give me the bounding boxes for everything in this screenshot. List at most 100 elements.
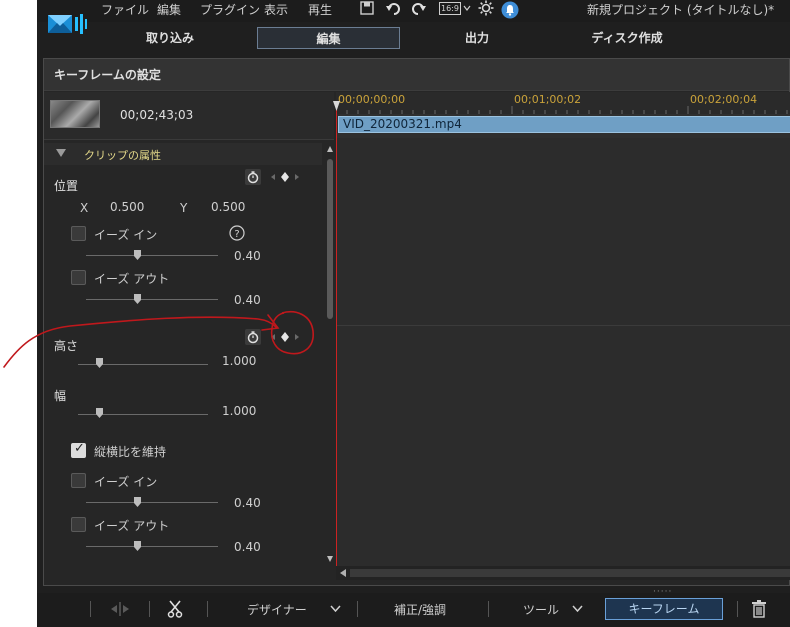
position-keyframe-controls bbox=[245, 169, 299, 185]
keyframe-settings-panel: キーフレームの設定 00;02;43;03 クリップの属性 位置 X 0.500… bbox=[43, 58, 790, 586]
undo-icon[interactable] bbox=[385, 0, 401, 16]
clip-info-row: 00;02;43;03 bbox=[44, 92, 334, 140]
menu-view[interactable]: 表示 bbox=[264, 1, 288, 18]
previous-keyframe-icon[interactable] bbox=[271, 334, 275, 340]
help-icon[interactable]: ? bbox=[229, 225, 245, 241]
aspect-ease-in-checkbox[interactable] bbox=[71, 473, 86, 488]
position-ease-in-label: イーズ イン bbox=[94, 228, 158, 242]
menu-bar: ファイル 編集 プラグイン 表示 再生 16:9 新規プロジェクト (タイトルな… bbox=[37, 0, 790, 22]
scrollbar-thumb[interactable] bbox=[327, 159, 333, 319]
collapse-triangle-icon[interactable] bbox=[56, 149, 66, 157]
tab-disc-authoring[interactable]: ディスク作成 bbox=[557, 27, 697, 49]
keyframe-reset-icon[interactable] bbox=[245, 329, 261, 345]
timeline-horizontal-scrollbar[interactable] bbox=[336, 566, 790, 580]
attribute-properties: 位置 X 0.500 Y 0.500 イーズ イン ? 0.40 イーズ アウト… bbox=[44, 165, 322, 561]
height-keyframe-controls bbox=[245, 329, 299, 345]
timeline-ruler[interactable]: 00;00;00;00 00;01;00;02 00;02;00;04 bbox=[336, 92, 790, 114]
aspect-ease-out-value: 0.40 bbox=[234, 540, 261, 554]
chevron-down-icon[interactable] bbox=[463, 4, 471, 12]
aspect-ease-in-slider-thumb[interactable] bbox=[134, 497, 141, 507]
panel-title: キーフレームの設定 bbox=[44, 59, 789, 91]
add-keyframe-icon[interactable] bbox=[281, 172, 289, 182]
tab-output[interactable]: 出力 bbox=[417, 27, 537, 49]
save-icon[interactable] bbox=[359, 0, 375, 16]
position-x-value[interactable]: 0.500 bbox=[110, 200, 144, 214]
aspect-ease-in-label: イーズ イン bbox=[94, 475, 158, 489]
position-ease-out-slider-thumb[interactable] bbox=[134, 294, 141, 304]
height-label: 高さ bbox=[54, 339, 79, 353]
tab-edit[interactable]: 編集 bbox=[257, 27, 400, 49]
split-icon[interactable] bbox=[109, 602, 131, 616]
position-ease-out-slider[interactable] bbox=[86, 299, 218, 300]
maintain-aspect-label: 縦横比を維持 bbox=[94, 445, 167, 459]
previous-keyframe-icon[interactable] bbox=[271, 174, 275, 180]
scissors-icon[interactable] bbox=[167, 600, 183, 618]
height-value[interactable]: 1.000 bbox=[222, 354, 256, 368]
menu-plugin[interactable]: プラグイン bbox=[200, 1, 260, 18]
toolbar-separator bbox=[488, 601, 489, 617]
keyframe-button[interactable]: キーフレーム bbox=[605, 598, 723, 620]
scroll-up-icon[interactable] bbox=[326, 145, 334, 153]
position-label: 位置 bbox=[54, 179, 79, 193]
aspect-ease-in-slider[interactable] bbox=[86, 502, 218, 503]
position-ease-in-slider[interactable] bbox=[86, 255, 218, 256]
clip-attributes-header[interactable]: クリップの属性 bbox=[44, 143, 322, 165]
tools-button[interactable]: ツール bbox=[523, 601, 559, 618]
ruler-tick-label: 00;02;00;04 bbox=[690, 93, 758, 106]
next-keyframe-icon[interactable] bbox=[295, 174, 299, 180]
add-keyframe-icon[interactable] bbox=[281, 332, 289, 342]
aspect-ease-out-checkbox[interactable] bbox=[71, 517, 86, 532]
settings-gear-icon[interactable] bbox=[478, 0, 494, 16]
clip-duration: 00;02;43;03 bbox=[120, 108, 194, 122]
properties-scrollbar[interactable] bbox=[324, 143, 336, 567]
tab-import[interactable]: 取り込み bbox=[105, 27, 235, 49]
trash-icon[interactable] bbox=[751, 600, 767, 618]
scroll-left-icon[interactable] bbox=[340, 569, 346, 577]
designer-button[interactable]: デザイナー bbox=[247, 601, 307, 618]
svg-text:?: ? bbox=[234, 229, 239, 240]
position-ease-in-checkbox[interactable] bbox=[71, 226, 86, 241]
position-y-label: Y bbox=[180, 201, 188, 215]
correction-enhance-button[interactable]: 補正/強調 bbox=[394, 601, 446, 618]
ruler-tick-label: 00;00;00;00 bbox=[338, 93, 406, 106]
clip-attributes-label: クリップの属性 bbox=[84, 149, 161, 162]
menu-playback[interactable]: 再生 bbox=[308, 1, 332, 18]
position-ease-out-checkbox[interactable] bbox=[71, 270, 86, 285]
video-clip[interactable]: VID_20200321.mp4 bbox=[338, 116, 790, 133]
scroll-down-icon[interactable] bbox=[326, 555, 334, 563]
toolbar-separator bbox=[90, 601, 91, 617]
width-label: 幅 bbox=[54, 389, 67, 403]
aspect-ease-out-label: イーズ アウト bbox=[94, 519, 170, 533]
position-y-value[interactable]: 0.500 bbox=[211, 200, 245, 214]
aspect-ease-in-value: 0.40 bbox=[234, 496, 261, 510]
window-title: 新規プロジェクト (タイトルなし)* bbox=[587, 3, 775, 17]
width-slider-thumb[interactable] bbox=[96, 408, 103, 418]
playhead[interactable] bbox=[336, 102, 337, 568]
clip-thumbnail bbox=[50, 100, 100, 128]
aspect-ease-out-slider-thumb[interactable] bbox=[134, 541, 141, 551]
app-window: ファイル 編集 プラグイン 表示 再生 16:9 新規プロジェクト (タイトルな… bbox=[37, 0, 790, 627]
horizontal-scroll-track[interactable] bbox=[350, 569, 790, 577]
ruler-tick-label: 00;01;00;02 bbox=[514, 93, 582, 106]
menu-edit[interactable]: 編集 bbox=[157, 1, 181, 18]
position-ease-in-value: 0.40 bbox=[234, 249, 261, 263]
keyframe-reset-icon[interactable] bbox=[245, 169, 261, 185]
notification-icon[interactable] bbox=[501, 1, 519, 19]
width-value[interactable]: 1.000 bbox=[222, 404, 256, 418]
aspect-ratio-icon[interactable]: 16:9 bbox=[439, 2, 461, 15]
ruler-ticks bbox=[336, 106, 788, 114]
keyframe-timeline[interactable]: 00;00;00;00 00;01;00;02 00;02;00;04 VID_… bbox=[333, 92, 790, 568]
next-keyframe-icon[interactable] bbox=[295, 334, 299, 340]
position-ease-in-slider-thumb[interactable] bbox=[134, 250, 141, 260]
height-slider-thumb[interactable] bbox=[96, 358, 103, 368]
toolbar-separator bbox=[357, 601, 358, 617]
aspect-ease-out-slider[interactable] bbox=[86, 546, 218, 547]
toolbar-separator bbox=[149, 601, 150, 617]
menu-file[interactable]: ファイル bbox=[101, 1, 149, 18]
redo-icon[interactable] bbox=[411, 0, 427, 16]
tools-dropdown-icon[interactable] bbox=[572, 605, 583, 613]
designer-dropdown-icon[interactable] bbox=[330, 605, 341, 613]
toolbar-separator bbox=[207, 601, 208, 617]
bottom-toolbar: デザイナー 補正/強調 ツール キーフレーム bbox=[37, 593, 790, 627]
maintain-aspect-checkbox[interactable]: ✓ bbox=[71, 441, 86, 458]
